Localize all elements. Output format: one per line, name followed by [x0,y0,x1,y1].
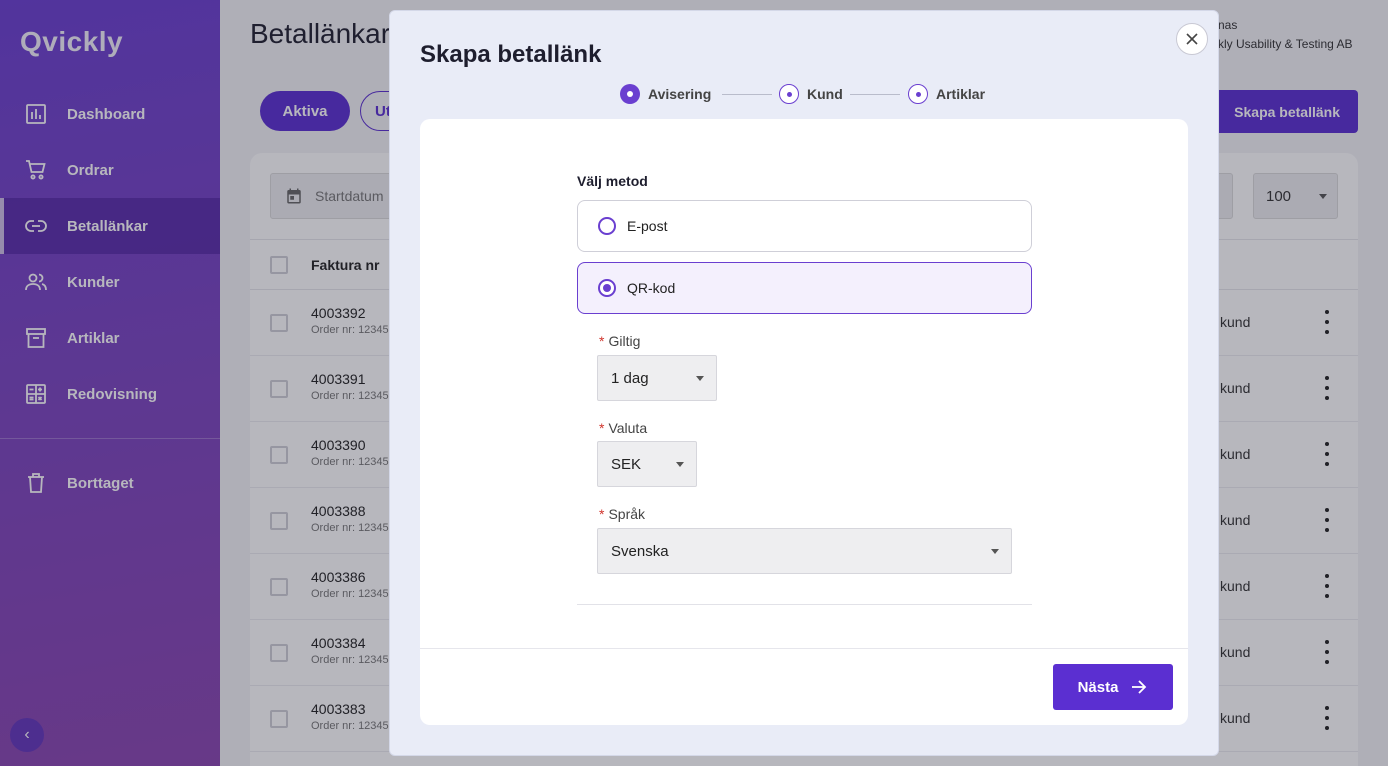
step-artiklar: Artiklar [908,84,985,104]
method-option-email[interactable]: E-post [577,200,1032,252]
step-label: Avisering [648,86,712,102]
method-label: Välj metod [577,173,648,189]
language-select-value: Svenska [611,542,669,560]
close-dialog-button[interactable] [1176,23,1208,55]
next-button[interactable]: Nästa [1053,664,1173,710]
method-option-label: E-post [627,218,668,234]
currency-field-label: * Valuta [599,420,648,436]
currency-select[interactable]: SEK [597,441,697,487]
close-icon [1186,33,1198,45]
step-pending-icon [779,84,799,104]
valid-select[interactable]: 1 dag [597,355,717,401]
footer-divider [420,648,1188,649]
language-select[interactable]: Svenska [597,528,1012,574]
method-option-label: QR-kod [627,280,676,296]
step-avisering: Avisering [620,84,711,104]
step-active-icon [620,84,640,104]
method-option-qr[interactable]: QR-kod [577,262,1032,314]
radio-unchecked-icon[interactable] [598,217,616,235]
required-asterisk: * [599,333,605,349]
radio-checked-icon[interactable] [598,279,616,297]
currency-select-value: SEK [611,455,642,473]
caret-down-icon [676,462,684,467]
arrow-right-icon [1132,680,1147,694]
language-field-label: * Språk [599,506,646,522]
dialog-body: Välj metod E-post QR-kod * Giltig 1 dag *… [420,119,1188,725]
valid-field-label: * Giltig [599,333,641,349]
caret-down-icon [991,549,999,554]
step-connector [850,94,900,95]
valid-select-value: 1 dag [611,369,649,387]
step-connector [722,94,772,95]
dialog-title: Skapa betallänk [420,41,602,68]
stepper: Avisering Kund Artiklar [620,84,1000,106]
next-button-label: Nästa [1077,678,1119,696]
body-divider [577,604,1032,605]
required-asterisk: * [599,506,605,522]
step-kund: Kund [779,84,843,104]
create-payment-link-dialog: Skapa betallänk Avisering Kund Artiklar … [389,10,1219,756]
step-label: Kund [807,86,843,102]
step-label: Artiklar [936,86,986,102]
required-asterisk: * [599,420,605,436]
step-pending-icon [908,84,928,104]
caret-down-icon [696,376,704,381]
